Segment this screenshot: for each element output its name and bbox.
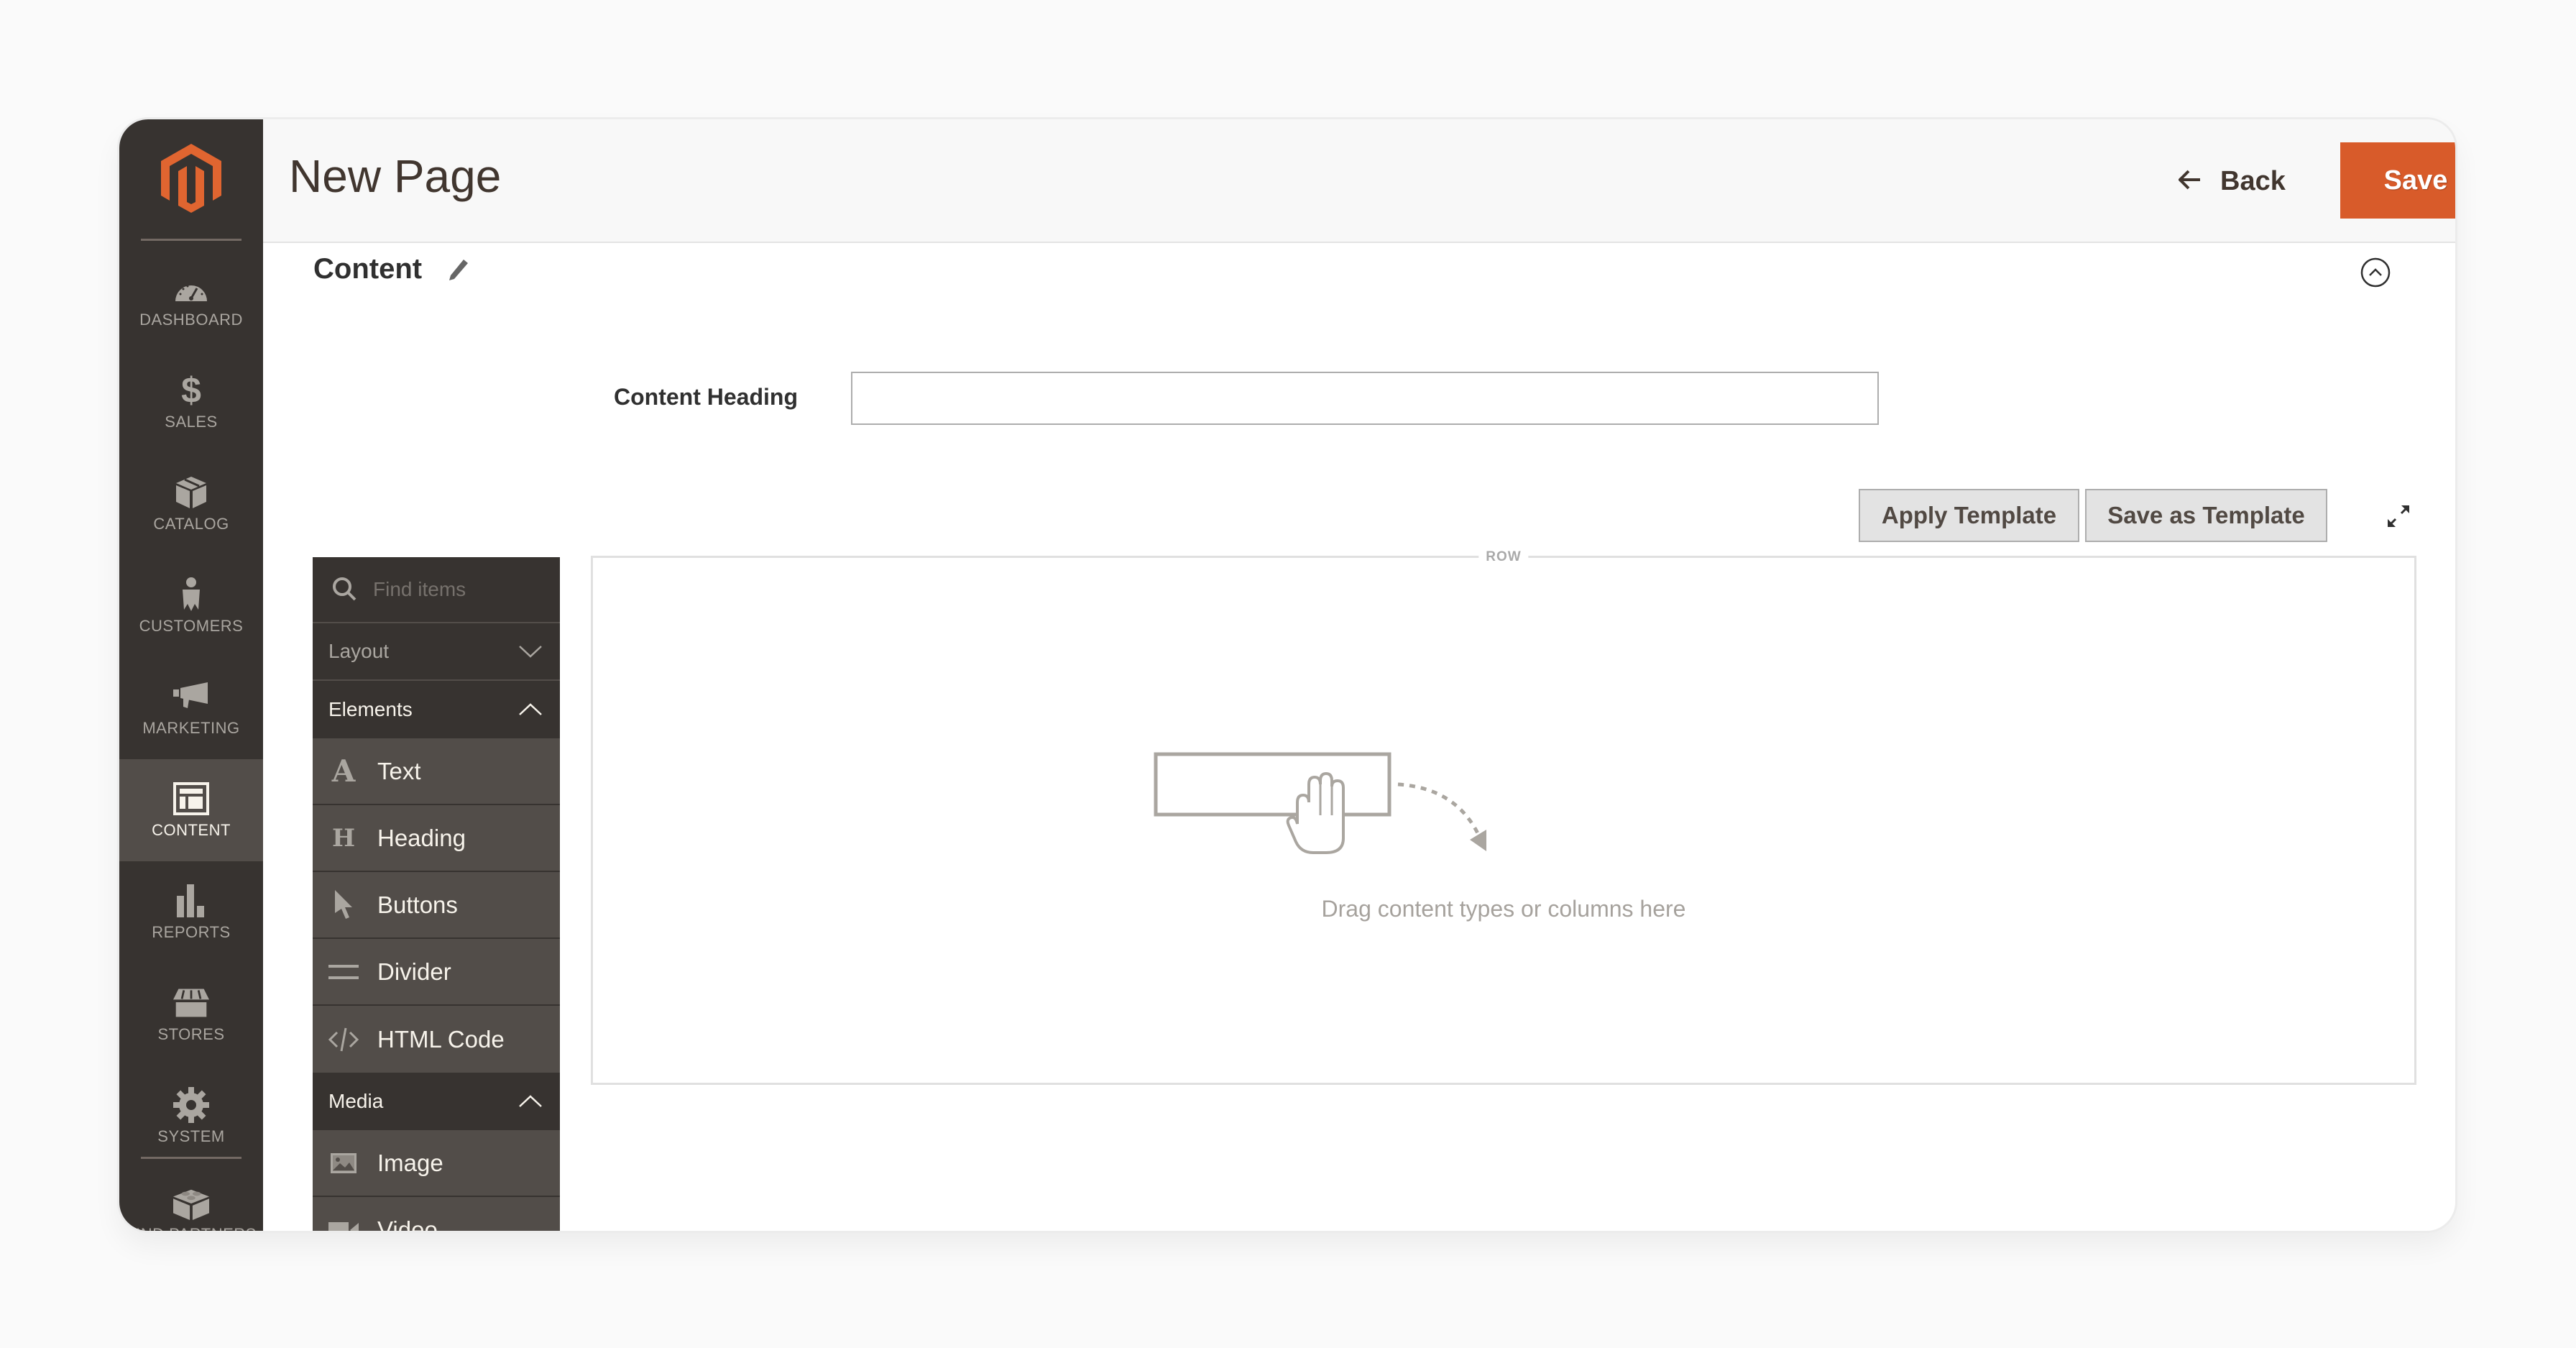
megaphone-icon <box>173 679 209 715</box>
sidebar-item-label: Stores <box>157 1025 225 1043</box>
panel-item-video[interactable]: Video <box>313 1197 560 1231</box>
content-heading-input[interactable] <box>851 372 1879 425</box>
panel-item-image[interactable]: Image <box>313 1130 560 1197</box>
sidebar-item-marketing[interactable]: Marketing <box>119 657 263 759</box>
sidebar-item-label: Catalog <box>153 515 229 533</box>
find-items-search <box>313 557 560 623</box>
page-header: New Page Back Save <box>263 119 2455 243</box>
divider-icon <box>328 957 359 987</box>
panel-group-elements[interactable]: Elements <box>313 681 560 738</box>
panel-item-heading[interactable]: H Heading <box>313 805 560 872</box>
admin-sidebar: Dashboard $ Sales Catalog Customers Mark… <box>119 119 263 1231</box>
pencil-icon[interactable] <box>448 258 469 281</box>
sidebar-item-stores[interactable]: Stores <box>119 963 263 1065</box>
sidebar-item-label: Marketing <box>142 719 240 737</box>
save-as-template-button[interactable]: Save as Template <box>2085 489 2327 542</box>
layout-icon <box>173 781 209 817</box>
sidebar-item-catalog[interactable]: Catalog <box>119 453 263 555</box>
row-label: ROW <box>1478 549 1529 565</box>
admin-window: Dashboard $ Sales Catalog Customers Mark… <box>119 119 2455 1231</box>
sidebar-item-reports[interactable]: Reports <box>119 861 263 963</box>
bar-chart-icon <box>173 883 209 919</box>
sidebar-item-sales[interactable]: $ Sales <box>119 351 263 453</box>
apply-template-button[interactable]: Apply Template <box>1859 489 2079 542</box>
arrow-left-icon <box>2178 166 2200 197</box>
save-button[interactable]: Save <box>2340 142 2455 219</box>
panel-group-layout[interactable]: Layout <box>313 623 560 681</box>
panel-item-label: Image <box>377 1149 443 1176</box>
person-icon <box>173 577 209 613</box>
sidebar-divider <box>141 1157 242 1159</box>
sidebar-item-label: Customers <box>139 617 244 635</box>
panel-group-label: Layout <box>328 640 390 662</box>
fullscreen-icon[interactable] <box>2386 503 2411 529</box>
find-items-input[interactable] <box>373 578 546 601</box>
save-split-button: Save <box>2340 142 2455 219</box>
panel-item-label: Divider <box>377 958 451 985</box>
text-icon: A <box>331 753 356 789</box>
sidebar-item-find-partners[interactable]: Find Partners <box>119 1163 263 1231</box>
sidebar-item-content[interactable]: Content <box>119 759 263 861</box>
back-button[interactable]: Back <box>2178 161 2286 201</box>
content-section-label: Content <box>313 253 423 285</box>
panel-item-html-code[interactable]: HTML Code <box>313 1006 560 1073</box>
box-icon <box>173 474 209 510</box>
page-title: New Page <box>289 150 502 202</box>
sidebar-item-label: Reports <box>152 923 231 941</box>
sidebar-item-system[interactable]: System <box>119 1065 263 1168</box>
heading-icon: H <box>331 823 356 853</box>
panel-item-label: Video <box>377 1216 438 1232</box>
content-heading-label: Content Heading <box>614 384 798 410</box>
storefront-icon <box>173 985 209 1021</box>
panel-item-label: HTML Code <box>377 1025 505 1053</box>
back-button-label: Back <box>2220 165 2286 196</box>
collapse-section-icon[interactable] <box>2360 257 2391 288</box>
chevron-up-icon <box>519 703 542 715</box>
panel-item-label: Buttons <box>377 891 458 918</box>
panel-group-label: Media <box>328 1090 384 1112</box>
panel-item-divider[interactable]: Divider <box>313 939 560 1006</box>
chevron-down-icon <box>519 646 542 658</box>
sidebar-item-customers[interactable]: Customers <box>119 555 263 657</box>
panel-item-label: Text <box>377 757 421 784</box>
pointer-icon <box>328 889 359 920</box>
drag-drop-illustration-icon <box>1154 752 1486 854</box>
search-icon <box>333 577 356 601</box>
sidebar-item-label: Dashboard <box>139 311 243 329</box>
page-builder-stage[interactable]: ROW Drag content types or columns here <box>591 549 2416 1085</box>
sidebar-item-label: Find Partners <box>126 1225 257 1231</box>
sidebar-item-label: Sales <box>165 413 218 431</box>
drop-hint-text: Drag content types or columns here <box>1321 896 1686 922</box>
content-section-title[interactable]: Content <box>313 253 469 285</box>
sidebar-divider <box>141 239 242 241</box>
panel-item-text[interactable]: A Text <box>313 738 560 805</box>
gear-icon <box>173 1087 209 1123</box>
sidebar-item-dashboard[interactable]: Dashboard <box>119 249 263 351</box>
dashboard-icon <box>173 270 209 306</box>
code-icon <box>328 1024 359 1055</box>
page-builder-panel: Layout Elements A Text H Heading Buttons… <box>313 557 560 1231</box>
chevron-up-icon <box>519 1095 542 1107</box>
panel-group-label: Elements <box>328 698 413 720</box>
dollar-icon: $ <box>181 370 201 411</box>
video-icon <box>328 1215 359 1231</box>
sidebar-item-label: Content <box>152 821 231 839</box>
panel-item-buttons[interactable]: Buttons <box>313 872 560 939</box>
brick-icon <box>173 1185 209 1221</box>
image-icon <box>328 1148 359 1178</box>
sidebar-item-label: System <box>157 1127 225 1145</box>
panel-item-label: Heading <box>377 824 466 851</box>
panel-group-media[interactable]: Media <box>313 1073 560 1130</box>
magento-logo-icon[interactable] <box>161 144 221 213</box>
